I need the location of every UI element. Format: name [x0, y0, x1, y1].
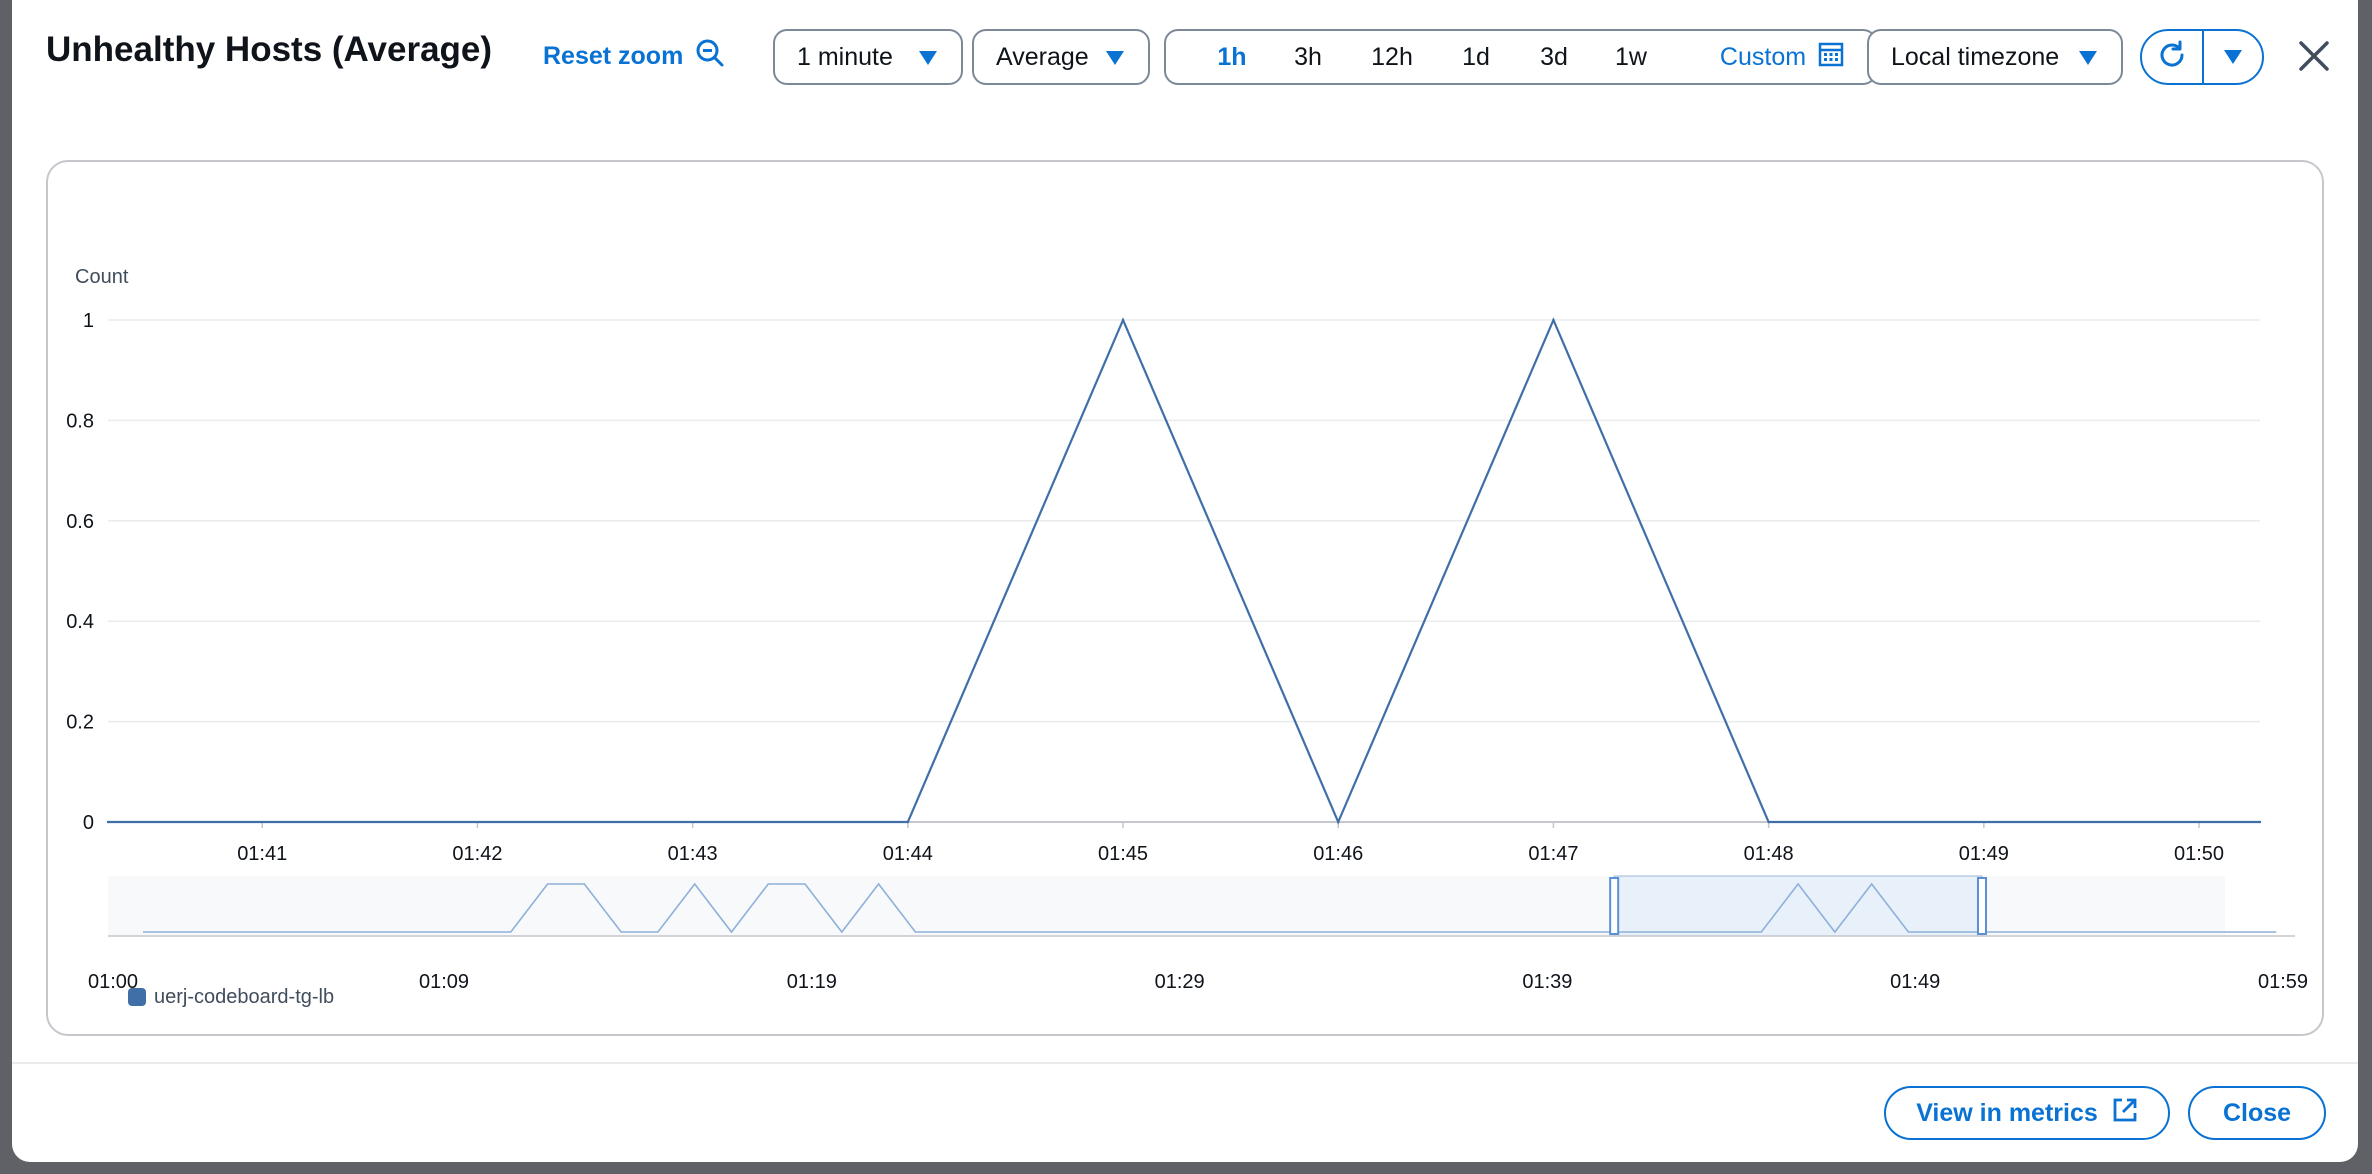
reset-zoom-button[interactable]: Reset zoom: [543, 38, 725, 75]
y-tick-label: 0.4: [66, 611, 94, 633]
range-1h[interactable]: 1h: [1208, 31, 1256, 83]
period-value: 1 minute: [797, 42, 893, 71]
y-tick-label: 0.6: [66, 511, 94, 533]
data-point[interactable]: [1552, 318, 1555, 322]
custom-range-label: Custom: [1719, 42, 1807, 71]
navigator-tick-label: 01:19: [787, 971, 837, 993]
navigator-tick-label: 01:49: [1890, 971, 1940, 993]
timezone-value: Local timezone: [1891, 42, 2060, 71]
y-axis-label: Count: [75, 266, 129, 288]
navigator-tick-label: 01:09: [419, 971, 469, 993]
external-link-icon: [2112, 1097, 2138, 1130]
data-point[interactable]: [1337, 820, 1340, 824]
caret-down-icon: [2079, 51, 2097, 65]
statistic-select[interactable]: Average: [972, 29, 1150, 85]
caret-down-icon: [919, 51, 937, 65]
x-tick-label: 01:48: [1744, 843, 1794, 865]
refresh-button[interactable]: [2142, 31, 2204, 83]
legend-label[interactable]: uerj-codeboard-tg-lb: [154, 986, 334, 1008]
navigator-handle-left[interactable]: [1609, 877, 1620, 935]
chart-card: 0 0.2 0.4 0.6 0.8 1 01:41 01:42 01:43 01:44 01:45…: [46, 160, 2324, 1036]
refresh-options-button[interactable]: [2204, 31, 2262, 83]
refresh-icon: [2156, 39, 2188, 76]
navigator-tick-label: 01:59: [2258, 971, 2308, 993]
time-range-selector: 1h 3h 12h 1d 3d 1w Custom: [1164, 29, 1877, 85]
data-point[interactable]: [106, 820, 110, 824]
custom-range-button[interactable]: Custom: [1702, 31, 1862, 83]
x-tick-label: 01:46: [1313, 843, 1363, 865]
metric-modal: Unhealthy Hosts (Average) Reset zoom 1 m…: [12, 0, 2358, 1162]
calendar-icon: [1818, 41, 1844, 74]
y-tick-label: 0.8: [66, 410, 94, 432]
view-in-metrics-button[interactable]: View in metrics: [1884, 1086, 2170, 1140]
reset-zoom-label: Reset zoom: [543, 42, 684, 70]
caret-down-icon: [2224, 50, 2242, 64]
x-tick-label: 01:44: [883, 843, 933, 865]
data-point[interactable]: [1767, 820, 1770, 824]
x-tick-label: 01:45: [1098, 843, 1148, 865]
series-line[interactable]: [108, 317, 2260, 825]
range-12h[interactable]: 12h: [1362, 31, 1422, 83]
zoom-out-icon: [695, 38, 725, 75]
data-point[interactable]: [906, 820, 910, 824]
data-point[interactable]: [1121, 318, 1125, 322]
range-1w[interactable]: 1w: [1606, 31, 1656, 83]
close-icon[interactable]: [2296, 38, 2332, 74]
legend-swatch: [128, 988, 146, 1006]
x-tick-label: 01:47: [1528, 843, 1578, 865]
data-point[interactable]: [2258, 820, 2262, 824]
navigator-tick-label: 01:29: [1155, 971, 1205, 993]
x-tick-label: 01:49: [1959, 843, 2009, 865]
navigator-tick-label: 01:39: [1522, 971, 1572, 993]
metric-chart[interactable]: 0 0.2 0.4 0.6 0.8 1 01:41 01:42 01:43 01:44 01:45…: [48, 162, 2322, 1034]
y-tick-label: 0: [83, 812, 94, 834]
y-tick-label: 1: [83, 310, 94, 332]
refresh-button-group: [2140, 29, 2264, 85]
period-select[interactable]: 1 minute: [773, 29, 963, 85]
x-tick-label: 01:50: [2174, 843, 2224, 865]
close-button[interactable]: Close: [2188, 1086, 2326, 1140]
range-3d[interactable]: 3d: [1530, 31, 1578, 83]
x-tick-label: 01:42: [452, 843, 502, 865]
x-tick-label: 01:41: [237, 843, 287, 865]
modal-title: Unhealthy Hosts (Average): [46, 30, 493, 69]
y-tick-label: 0.2: [66, 712, 94, 734]
x-tick-label: 01:43: [668, 843, 718, 865]
navigator-handle-right[interactable]: [1976, 877, 1987, 935]
range-1d[interactable]: 1d: [1452, 31, 1500, 83]
timezone-select[interactable]: Local timezone: [1867, 29, 2123, 85]
statistic-value: Average: [996, 42, 1089, 71]
view-in-metrics-label: View in metrics: [1916, 1098, 2098, 1127]
caret-down-icon: [1106, 51, 1124, 65]
footer-divider: [12, 1062, 2358, 1064]
range-3h[interactable]: 3h: [1284, 31, 1332, 83]
